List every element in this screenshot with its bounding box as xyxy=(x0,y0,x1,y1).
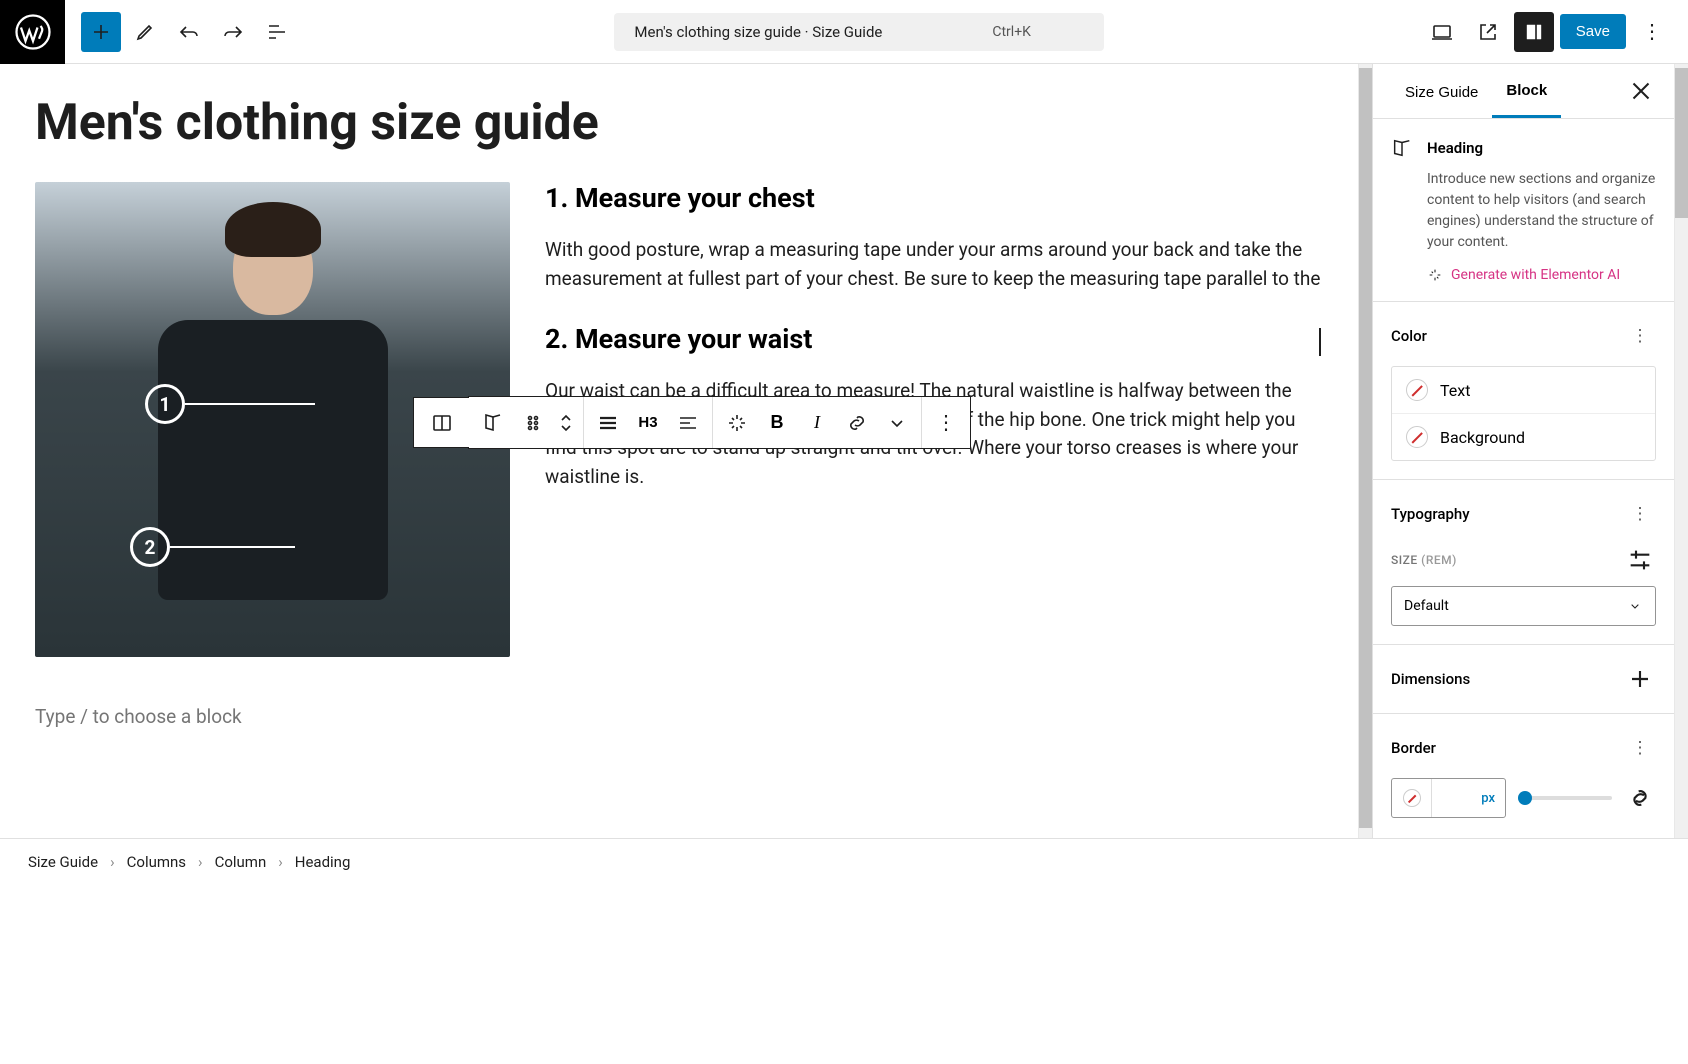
border-link-sides-button[interactable] xyxy=(1624,782,1656,814)
document-title-bar[interactable]: Men's clothing size guide · Size Guide C… xyxy=(614,13,1104,51)
block-more-options[interactable] xyxy=(926,403,966,443)
border-width-input[interactable]: px xyxy=(1391,778,1506,818)
document-title-text: Men's clothing size guide · Size Guide xyxy=(634,23,882,41)
edit-tool-button[interactable] xyxy=(125,12,165,52)
top-toolbar: Men's clothing size guide · Size Guide C… xyxy=(0,0,1688,64)
text-color-picker[interactable]: Text xyxy=(1392,367,1655,414)
image-callout-2: 2 xyxy=(130,527,295,567)
document-overview-button[interactable] xyxy=(257,12,297,52)
add-block-button[interactable] xyxy=(81,12,121,52)
more-formatting-button[interactable] xyxy=(877,403,917,443)
color-options-button[interactable] xyxy=(1624,320,1656,352)
section-2-heading[interactable]: 2. Measure your waist xyxy=(545,323,1323,355)
breadcrumb-item[interactable]: Columns xyxy=(127,853,186,871)
text-align-button[interactable] xyxy=(668,403,708,443)
border-options-button[interactable] xyxy=(1624,732,1656,764)
editor-scrollbar[interactable] xyxy=(1358,64,1372,838)
block-breadcrumb: Size Guide› Columns› Column› Heading xyxy=(0,838,1688,885)
close-sidebar-button[interactable] xyxy=(1626,76,1656,106)
settings-sidebar: Size Guide Block Heading Introduce new s… xyxy=(1372,64,1674,838)
page-title[interactable]: Men's clothing size guide xyxy=(35,94,1323,152)
image-callout-1: 1 xyxy=(145,384,315,424)
typography-panel: Typography SIZE (REM) Default xyxy=(1373,479,1674,644)
radius-label: RADIUS xyxy=(1391,836,1656,838)
view-desktop-button[interactable] xyxy=(1422,12,1462,52)
block-toolbar: H3 B I xyxy=(468,396,971,449)
background-color-picker[interactable]: Background xyxy=(1392,414,1655,460)
align-button[interactable] xyxy=(588,403,628,443)
font-size-select[interactable]: Default xyxy=(1391,586,1656,626)
tab-block[interactable]: Block xyxy=(1492,64,1561,118)
view-page-button[interactable] xyxy=(1468,12,1508,52)
heading-level-button[interactable]: H3 xyxy=(628,403,668,443)
section-1-heading[interactable]: 1. Measure your chest xyxy=(545,182,1323,214)
undo-button[interactable] xyxy=(169,12,209,52)
sidebar-scrollbar[interactable] xyxy=(1674,64,1688,838)
breadcrumb-item[interactable]: Column xyxy=(215,853,267,871)
breadcrumb-item[interactable]: Size Guide xyxy=(28,853,98,871)
border-slider[interactable] xyxy=(1518,796,1612,800)
block-type-name: Heading xyxy=(1427,139,1483,157)
section-1-body[interactable]: With good posture, wrap a measuring tape… xyxy=(545,236,1323,293)
save-button[interactable]: Save xyxy=(1560,14,1626,49)
bold-button[interactable]: B xyxy=(757,403,797,443)
italic-button[interactable]: I xyxy=(797,403,837,443)
tab-document[interactable]: Size Guide xyxy=(1391,66,1492,117)
border-panel: Border px RADIUS px xyxy=(1373,713,1674,838)
parent-column-button[interactable] xyxy=(422,403,462,443)
color-panel: Color Text Background xyxy=(1373,301,1674,479)
drag-handle[interactable] xyxy=(513,403,553,443)
heading-block-icon xyxy=(1391,137,1413,159)
typography-options-button[interactable] xyxy=(1624,498,1656,530)
more-options-button[interactable] xyxy=(1632,12,1672,52)
block-description: Introduce new sections and organize cont… xyxy=(1427,169,1656,253)
settings-panel-toggle[interactable] xyxy=(1514,12,1554,52)
redo-button[interactable] xyxy=(213,12,253,52)
link-button[interactable] xyxy=(837,403,877,443)
ai-assist-button[interactable] xyxy=(717,403,757,443)
elementor-ai-link[interactable]: Generate with Elementor AI xyxy=(1427,267,1656,283)
editor-canvas[interactable]: Men's clothing size guide 1 2 1. Measure… xyxy=(0,64,1358,838)
dimensions-panel: Dimensions xyxy=(1373,644,1674,713)
breadcrumb-item[interactable]: Heading xyxy=(295,853,351,871)
move-up-down-button[interactable] xyxy=(553,403,579,443)
shortcut-hint: Ctrl+K xyxy=(992,24,1031,40)
heading-block-icon[interactable] xyxy=(473,403,513,443)
add-dimension-button[interactable] xyxy=(1624,663,1656,695)
block-appender[interactable]: Type / to choose a block xyxy=(35,705,1323,728)
wordpress-logo[interactable] xyxy=(0,0,65,64)
size-settings-button[interactable] xyxy=(1624,544,1656,576)
